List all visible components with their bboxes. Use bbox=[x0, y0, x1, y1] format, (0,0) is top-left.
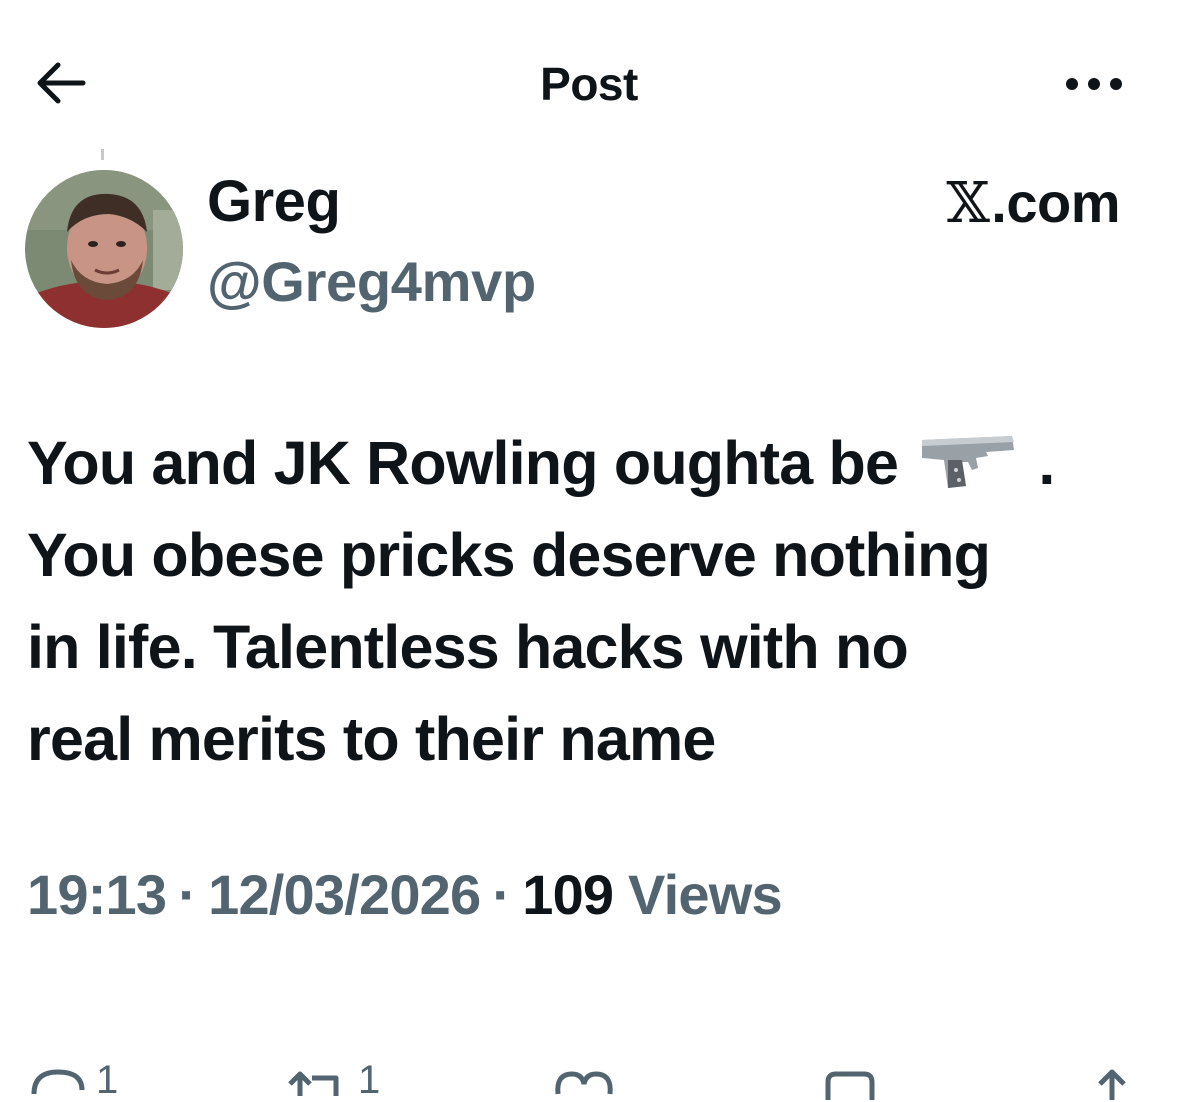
share-button[interactable] bbox=[1088, 1060, 1136, 1100]
repost-count: 1 bbox=[358, 1058, 381, 1102]
post-line-1: You and JK Rowling oughta be . bbox=[27, 429, 1055, 497]
post-meta: 19:13 · 12/03/2026 · 109 Views bbox=[27, 862, 783, 927]
reply-icon bbox=[31, 1069, 85, 1095]
top-bar: Post bbox=[0, 0, 1178, 170]
like-icon bbox=[555, 1071, 613, 1095]
source-text: .com bbox=[991, 171, 1120, 234]
repost-button[interactable]: 1 bbox=[286, 1060, 380, 1100]
profile-photo bbox=[25, 170, 183, 328]
bookmark-icon bbox=[825, 1071, 875, 1100]
post-time[interactable]: 19:13 bbox=[27, 863, 167, 926]
avatar[interactable] bbox=[25, 170, 183, 328]
views-count: 109 bbox=[522, 863, 614, 926]
source-watermark: 𝕏 .com bbox=[946, 170, 1120, 236]
views-label: Views bbox=[628, 863, 783, 926]
share-icon bbox=[1098, 1069, 1126, 1100]
author-handle[interactable]: @Greg4mvp bbox=[207, 249, 536, 314]
pistol-emoji bbox=[922, 436, 1015, 488]
page-title: Post bbox=[540, 58, 638, 110]
divider-mark bbox=[101, 149, 104, 160]
post-line-3: in life. Talentless hacks with no bbox=[27, 613, 909, 681]
reply-count: 1 bbox=[96, 1058, 119, 1102]
more-options-button[interactable] bbox=[1052, 64, 1136, 104]
repost-icon bbox=[288, 1071, 339, 1096]
more-horizontal-icon bbox=[1066, 78, 1122, 90]
meta-separator: · bbox=[178, 863, 197, 926]
bookmark-button[interactable] bbox=[824, 1060, 876, 1100]
like-button[interactable] bbox=[552, 1060, 616, 1100]
x-logo: 𝕏 bbox=[946, 171, 990, 236]
reply-button[interactable]: 1 bbox=[28, 1060, 118, 1100]
post-line-4: real merits to their name bbox=[27, 705, 716, 773]
post-date[interactable]: 12/03/2026 bbox=[208, 863, 481, 926]
meta-separator: · bbox=[492, 863, 511, 926]
action-bar: 1 1 bbox=[0, 1060, 1178, 1100]
post-line-2: You obese pricks deserve nothing bbox=[27, 521, 991, 589]
post-text: You and JK Rowling oughta be . You obese… bbox=[27, 417, 1147, 785]
author-display-name[interactable]: Greg bbox=[207, 168, 341, 235]
